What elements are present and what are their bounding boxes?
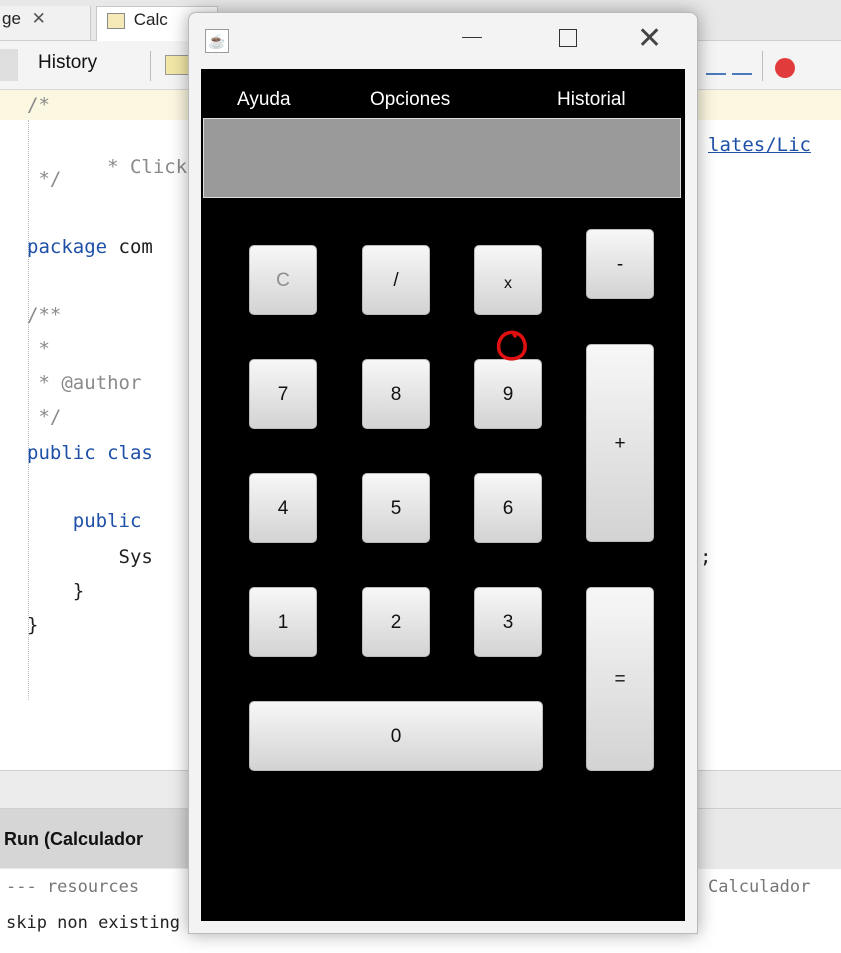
plus-button[interactable]: + (586, 344, 654, 542)
back-navigation-icon[interactable] (165, 55, 189, 75)
digit-9-button[interactable]: 9 (474, 359, 542, 429)
digit-0-button[interactable]: 0 (249, 701, 543, 771)
output-line: --- resources (6, 877, 140, 897)
code-text: com (107, 236, 153, 258)
code-keyword: public (27, 442, 96, 464)
calculator-window: ☕ ✕ Ayuda Opciones Historial C / x - 7 8… (188, 12, 698, 934)
digit-3-button[interactable]: 3 (474, 587, 542, 657)
code-line-tail: lates/Lic (708, 134, 811, 156)
digit-4-button[interactable]: 4 (249, 473, 317, 543)
clear-button[interactable]: C (249, 245, 317, 315)
tab-close-icon[interactable]: ✕ (32, 9, 46, 28)
digit-8-button[interactable]: 8 (362, 359, 430, 429)
toolbar-source-tab[interactable] (0, 49, 18, 81)
code-line: package com (27, 236, 153, 258)
code-line: } (27, 614, 39, 636)
code-line: * @author (27, 372, 142, 394)
close-button[interactable]: ✕ (637, 21, 662, 56)
menu-opciones[interactable]: Opciones (370, 89, 450, 111)
code-keyword: public (27, 510, 142, 532)
editor-tab-label: Calc (133, 10, 168, 29)
multiply-button[interactable]: x (474, 245, 542, 315)
code-link[interactable]: lates/Lic (708, 134, 811, 156)
digit-1-button[interactable]: 1 (249, 587, 317, 657)
java-cup-icon: ☕ (205, 29, 229, 53)
code-line: public clas (27, 442, 153, 464)
code-line: /* (27, 94, 50, 116)
run-tab-label: Run (Calculador (4, 829, 144, 849)
minus-button[interactable]: - (586, 229, 654, 299)
window-titlebar[interactable]: ☕ ✕ (189, 13, 697, 69)
menu-historial[interactable]: Historial (557, 89, 626, 111)
code-keyword: package (27, 236, 108, 258)
code-line-tail: ; (700, 546, 712, 568)
menu-bar: Ayuda Opciones Historial (201, 69, 685, 117)
annotation-circle (496, 330, 527, 361)
code-line: * (27, 338, 50, 360)
minimize-button[interactable] (462, 37, 482, 38)
calculator-display (203, 118, 681, 198)
toolbar-divider (762, 51, 763, 81)
java-file-icon (107, 12, 125, 29)
digit-2-button[interactable]: 2 (362, 587, 430, 657)
digit-6-button[interactable]: 6 (474, 473, 542, 543)
digit-5-button[interactable]: 5 (362, 473, 430, 543)
code-line: */ (27, 406, 62, 428)
calculator-body: Ayuda Opciones Historial C / x - 7 8 9 +… (201, 69, 685, 921)
divide-button[interactable]: / (362, 245, 430, 315)
shift-right-icon[interactable] (732, 55, 752, 75)
toolbar-divider (150, 51, 151, 81)
code-line: */ (27, 168, 62, 190)
maximize-button[interactable] (559, 29, 577, 47)
run-output-tab[interactable]: Run (Calculador (0, 809, 206, 868)
editor-tab-previous[interactable]: ge ✕ (0, 6, 91, 40)
equals-button[interactable]: = (586, 587, 654, 771)
code-line: Sys (27, 546, 153, 568)
code-line: public (27, 510, 142, 532)
code-line: /** (27, 304, 62, 326)
editor-tab-label: ge (2, 9, 21, 28)
record-macro-icon[interactable] (775, 58, 795, 78)
output-line: Calculador (708, 877, 811, 897)
code-keyword: clas (95, 442, 153, 464)
code-text: * Click (95, 156, 199, 178)
digit-7-button[interactable]: 7 (249, 359, 317, 429)
menu-ayuda[interactable]: Ayuda (237, 89, 291, 111)
shift-left-icon[interactable] (706, 55, 726, 75)
code-line: } (27, 580, 85, 602)
history-tab[interactable]: History (38, 52, 97, 74)
